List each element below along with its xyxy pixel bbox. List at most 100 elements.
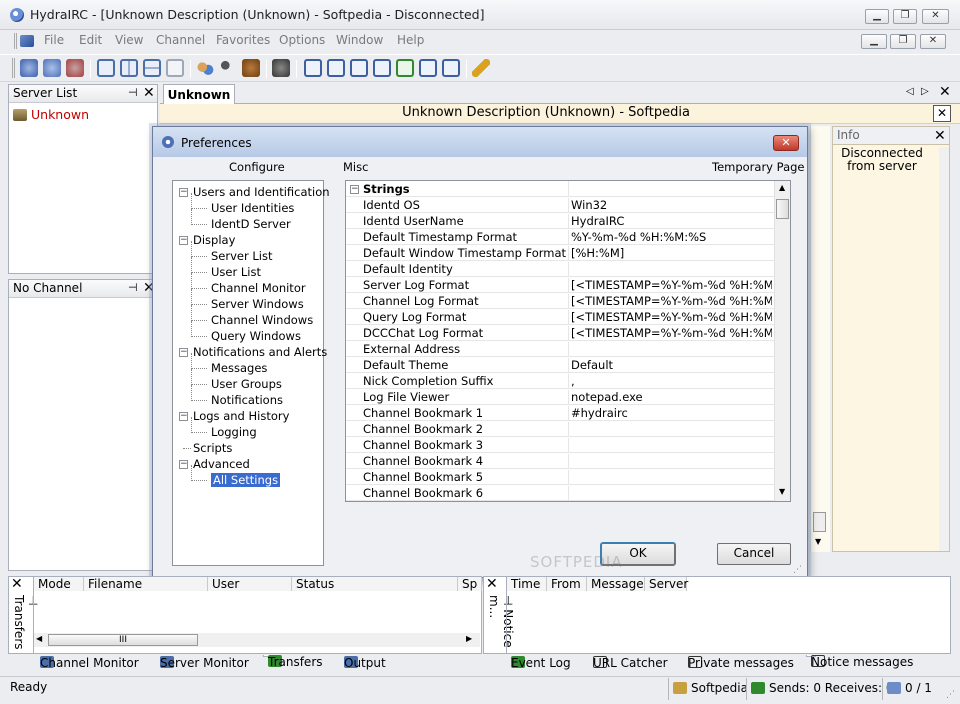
setting-value[interactable] [568, 486, 772, 501]
setting-value[interactable]: HydraIRC [568, 214, 772, 229]
close-tab-icon[interactable]: ✕ [939, 85, 951, 99]
scroll-left-icon[interactable]: ◀ [36, 634, 42, 643]
setting-row[interactable]: External Address [346, 341, 774, 357]
close-channel-icon[interactable]: ✕ [933, 105, 951, 122]
setting-row[interactable]: DCCChat Log Format [<TIMESTAMP=%Y-%m-%d %… [346, 325, 774, 341]
expand-collapse-icon[interactable]: − [179, 236, 188, 245]
setting-row[interactable]: Channel Bookmark 6 [346, 485, 774, 501]
mdi-close-button[interactable]: ✕ [920, 34, 946, 49]
menu-window[interactable]: Window [336, 33, 383, 47]
tree-item[interactable]: Notifications [191, 385, 283, 407]
setting-value[interactable]: [<TIMESTAMP=%Y-%m-%d %H:%M:... [568, 278, 772, 293]
grid-scrollbar[interactable]: ▲ ▼ [774, 181, 790, 501]
setting-row[interactable]: Default Identity [346, 261, 774, 277]
col-status[interactable]: Status [292, 577, 458, 591]
setting-row[interactable]: Default Timestamp Format %Y-%m-%d %H:%M:%… [346, 229, 774, 245]
tile-vertical-icon[interactable] [120, 59, 138, 77]
tree-item[interactable]: All Settings [191, 465, 281, 487]
setting-row[interactable]: Query Log Format [<TIMESTAMP=%Y-%m-%d %H:… [346, 309, 774, 325]
collapse-icon[interactable]: − [350, 185, 359, 194]
hscroll-thumb[interactable]: III [48, 634, 198, 646]
setting-row[interactable]: Identd UserName HydraIRC [346, 213, 774, 229]
expand-collapse-icon[interactable]: − [179, 412, 188, 421]
expand-collapse-icon[interactable]: − [179, 188, 188, 197]
setting-row[interactable]: Channel Log Format [<TIMESTAMP=%Y-%m-%d %… [346, 293, 774, 309]
setting-value[interactable]: %Y-%m-%d %H:%M:%S [568, 230, 772, 245]
mdi-minimize-button[interactable]: ▁ [861, 34, 887, 49]
transfers-icon[interactable] [396, 59, 414, 77]
close-button[interactable]: ✕ [922, 9, 949, 24]
setting-value[interactable]: notepad.exe [568, 390, 772, 405]
tree-item[interactable]: − Display [179, 233, 235, 247]
setting-row[interactable]: Server Log Format [<TIMESTAMP=%Y-%m-%d %H… [346, 277, 774, 293]
output-icon[interactable] [327, 59, 345, 77]
tab-transfers[interactable]: Transfers [263, 655, 323, 669]
tab-scroll-left-icon[interactable]: ◁ [906, 86, 914, 97]
menu-view[interactable]: View [115, 33, 143, 47]
sound-icon[interactable] [272, 59, 290, 77]
minimize-button[interactable]: ▁ [865, 9, 889, 24]
close-transfers-icon[interactable]: ✕ [11, 577, 23, 591]
scroll-down-icon[interactable]: ▼ [815, 537, 821, 546]
setting-value[interactable]: , [568, 374, 772, 389]
tree-item[interactable]: Logging [191, 417, 257, 439]
setting-row[interactable]: Log File Viewer notepad.exe [346, 389, 774, 405]
tree-item[interactable]: Server Windows [191, 289, 304, 311]
setting-row[interactable]: Channel Bookmark 2 [346, 421, 774, 437]
setting-value[interactable] [568, 262, 772, 277]
scroll-down-icon[interactable]: ▼ [779, 487, 785, 496]
menu-channel[interactable]: Channel [156, 33, 205, 47]
setting-value[interactable]: [%H:%M] [568, 246, 772, 261]
resize-grip-icon[interactable]: ⋰ [793, 565, 802, 575]
col-filename[interactable]: Filename [84, 577, 208, 591]
setting-value[interactable] [568, 438, 772, 453]
transfers-list[interactable]: Mode Filename User Status Sp ◀ III ▶ [33, 577, 482, 653]
mdi-doc-icon[interactable] [20, 35, 34, 47]
maximize-button[interactable]: ❐ [893, 9, 917, 24]
expand-collapse-icon[interactable]: − [179, 348, 188, 357]
cascade-icon[interactable] [97, 59, 115, 77]
menu-file[interactable]: File [44, 33, 64, 47]
menu-help[interactable]: Help [397, 33, 424, 47]
setting-row[interactable]: Default Theme Default [346, 357, 774, 373]
url-catcher-icon[interactable] [442, 59, 460, 77]
tab-scroll-right-icon[interactable]: ▷ [921, 86, 929, 97]
app-icon[interactable] [10, 8, 24, 22]
col-message[interactable]: Message [587, 577, 645, 591]
settings-grid[interactable]: − Strings Identd OS Win32 Identd UserName H… [345, 180, 791, 502]
menu-edit[interactable]: Edit [79, 33, 102, 47]
reconnect-icon[interactable] [43, 59, 61, 77]
setting-value[interactable] [568, 422, 772, 437]
tree-item[interactable]: Channel Windows [191, 305, 313, 327]
pin-icon[interactable]: ⊣ [128, 86, 138, 99]
setting-value[interactable] [568, 470, 772, 485]
tab-unknown[interactable]: Unknown [163, 84, 235, 105]
users-icon[interactable] [196, 59, 214, 77]
arrange-icon[interactable] [166, 59, 184, 77]
info-scrollbar[interactable] [939, 147, 949, 551]
server-monitor-icon[interactable] [373, 59, 391, 77]
tile-horizontal-icon[interactable] [143, 59, 161, 77]
expand-collapse-icon[interactable]: − [179, 460, 188, 469]
setting-row[interactable]: Channel Bookmark 4 [346, 453, 774, 469]
setting-value[interactable]: #hydrairc [568, 406, 772, 421]
setting-value[interactable]: [<TIMESTAMP=%Y-%m-%d %H:%M:... [568, 310, 772, 325]
favorites-icon[interactable] [242, 59, 260, 77]
col-mode[interactable]: Mode [34, 577, 84, 591]
disconnect-icon[interactable] [66, 59, 84, 77]
notice-list[interactable]: Time From Message Server [506, 577, 950, 653]
server-item[interactable]: Unknown [13, 107, 89, 122]
pin-icon[interactable]: ⊣ [128, 281, 138, 294]
col-server[interactable]: Server [645, 577, 688, 591]
scroll-right-icon[interactable]: ▶ [466, 634, 472, 643]
setting-value[interactable]: Win32 [568, 198, 772, 213]
window-resize-grip-icon[interactable]: ⋰ [946, 690, 955, 700]
close-panel-icon[interactable]: ✕ [143, 86, 155, 100]
col-user[interactable]: User [208, 577, 292, 591]
tree-item[interactable]: Query Windows [191, 321, 301, 343]
setting-value[interactable] [568, 342, 772, 357]
close-notice-icon[interactable]: ✕ [486, 577, 498, 591]
tree-item[interactable]: Scripts [179, 441, 232, 455]
dialog-close-button[interactable]: ✕ [773, 135, 799, 151]
cancel-button[interactable]: Cancel [717, 543, 791, 565]
